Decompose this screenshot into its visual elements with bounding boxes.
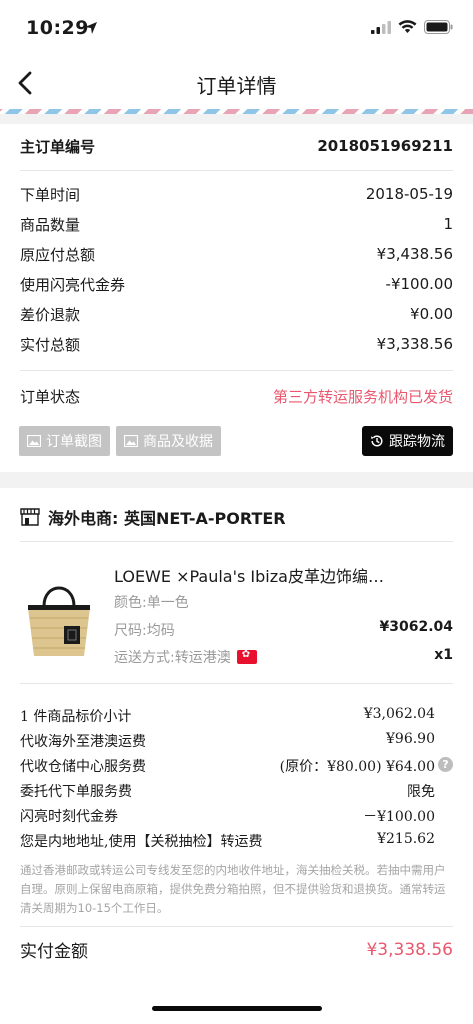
order-screenshot-label: 订单截图 (46, 434, 102, 450)
page-title: 订单详情 (196, 74, 277, 98)
row-label: 商品数量 (20, 215, 81, 234)
divider (20, 926, 453, 927)
shipping-method: 运送方式:转运港澳 (114, 650, 231, 666)
product-title[interactable]: LOEWE ×Paula's Ibiza皮革边饰编… (114, 563, 384, 587)
nav-bar: 订单详情 (0, 56, 473, 111)
fee-label: 您是内地地址,使用【关税抽检】转运费 (20, 834, 263, 850)
fee-value: (原价：¥80.00) ¥64.00 (279, 759, 435, 775)
hong-kong-flag-icon (236, 649, 257, 664)
row-label: 差价退款 (20, 305, 81, 324)
fee-row: 委托代下单服务费 限免 (20, 781, 435, 801)
fee-value: ¥96.90 (386, 731, 435, 747)
location-arrow-icon (85, 22, 97, 34)
divider (20, 170, 453, 171)
fee-value: ¥3,062.04 (363, 706, 435, 722)
image-icon (27, 435, 41, 447)
track-logistics-button[interactable]: 跟踪物流 (362, 426, 453, 456)
order-id-value: 2018051969211 (317, 137, 453, 155)
fee-row: 闪亮时刻代金券 －¥100.00 (20, 806, 435, 826)
order-id-row: 主订单编号 2018051969211 (20, 134, 453, 158)
row-value: ¥0.00 (410, 305, 453, 323)
wifi-icon (398, 20, 417, 33)
order-date-row: 下单时间 2018-05-19 (20, 182, 453, 206)
fee-row: 代收海外至港澳运费 ¥96.90 (20, 731, 435, 751)
total-value: ¥3,338.56 (366, 939, 453, 960)
order-screenshot-button[interactable]: 订单截图 (19, 426, 110, 456)
status-bar: 10:29 (0, 0, 473, 56)
total-label: 实付金额 (20, 942, 88, 962)
fee-label: 代收海外至港澳运费 (20, 734, 146, 750)
row-value: 1 (443, 215, 453, 233)
section-gap (0, 472, 473, 488)
voucher-row: 使用闪亮代金券 -¥100.00 (20, 272, 453, 296)
order-status-row: 订单状态 第三方转运服务机构已发货 (20, 384, 453, 408)
refund-row: 差价退款 ¥0.00 (20, 302, 453, 326)
row-label: 原应付总额 (20, 245, 96, 264)
fee-row: 1 件商品标价小计 ¥3,062.04 (20, 706, 435, 726)
order-id-label: 主订单编号 (20, 137, 96, 156)
image-icon (124, 435, 138, 447)
row-value: ¥3,438.56 (376, 245, 453, 263)
fee-row: 您是内地地址,使用【关税抽检】转运费 ¥215.62 (20, 831, 435, 851)
goods-receipt-label: 商品及收据 (143, 434, 213, 450)
track-logistics-label: 跟踪物流 (389, 434, 445, 450)
battery-icon (424, 20, 453, 34)
store-header: 海外电商: 英国NET-A-PORTER (20, 505, 286, 529)
home-indicator[interactable] (152, 1006, 322, 1011)
product-shipping: 运送方式:转运港澳 (114, 647, 257, 667)
history-clock-icon (371, 435, 383, 447)
order-status-label: 订单状态 (20, 387, 81, 406)
fee-label: 代收仓储中心服务费 (20, 759, 146, 775)
total-row: 实付金额 ¥3,338.56 (20, 937, 453, 963)
goods-receipt-button[interactable]: 商品及收据 (116, 426, 221, 456)
row-label: 实付总额 (20, 335, 81, 354)
shipping-notice: 通过香港邮政或转运公司专线发至您的内地收件地址，海关抽检关税。若抽中需用户自理。… (20, 863, 446, 915)
row-value: 2018-05-19 (365, 185, 453, 203)
paid-total-row: 实付总额 ¥3,338.56 (20, 332, 453, 356)
fee-row: 代收仓储中心服务费 (原价：¥80.00) ¥64.00 (20, 756, 435, 776)
row-label: 下单时间 (20, 185, 81, 204)
row-label: 使用闪亮代金券 (20, 275, 126, 294)
fee-label: 委托代下单服务费 (20, 784, 132, 800)
divider (20, 683, 453, 684)
fee-value: 限免 (407, 784, 435, 800)
order-status-value: 第三方转运服务机构已发货 (272, 387, 453, 406)
fee-label: 1 件商品标价小计 (20, 709, 132, 725)
item-count-row: 商品数量 1 (20, 212, 453, 236)
section-gap (0, 114, 473, 124)
product-image[interactable] (22, 578, 96, 660)
fee-label: 闪亮时刻代金券 (20, 809, 118, 825)
divider (20, 541, 453, 542)
row-value: -¥100.00 (385, 275, 453, 293)
cellular-signal-icon (371, 20, 391, 34)
status-time: 10:29 (26, 17, 89, 39)
product-price: ¥3062.04 (379, 619, 453, 635)
product-quantity: x1 (434, 647, 453, 663)
status-icons (371, 20, 453, 34)
product-size: 尺码:均码 (114, 623, 175, 639)
fee-value: ¥215.62 (377, 831, 435, 847)
fee-value: －¥100.00 (363, 809, 435, 825)
original-total-row: 原应付总额 ¥3,438.56 (20, 242, 453, 266)
row-value: ¥3,338.56 (376, 335, 453, 353)
help-icon[interactable]: ? (438, 757, 453, 772)
storefront-icon (20, 508, 40, 526)
product-color: 颜色:单一色 (114, 595, 189, 611)
store-name: 海外电商: 英国NET-A-PORTER (48, 509, 286, 528)
divider (20, 370, 453, 371)
